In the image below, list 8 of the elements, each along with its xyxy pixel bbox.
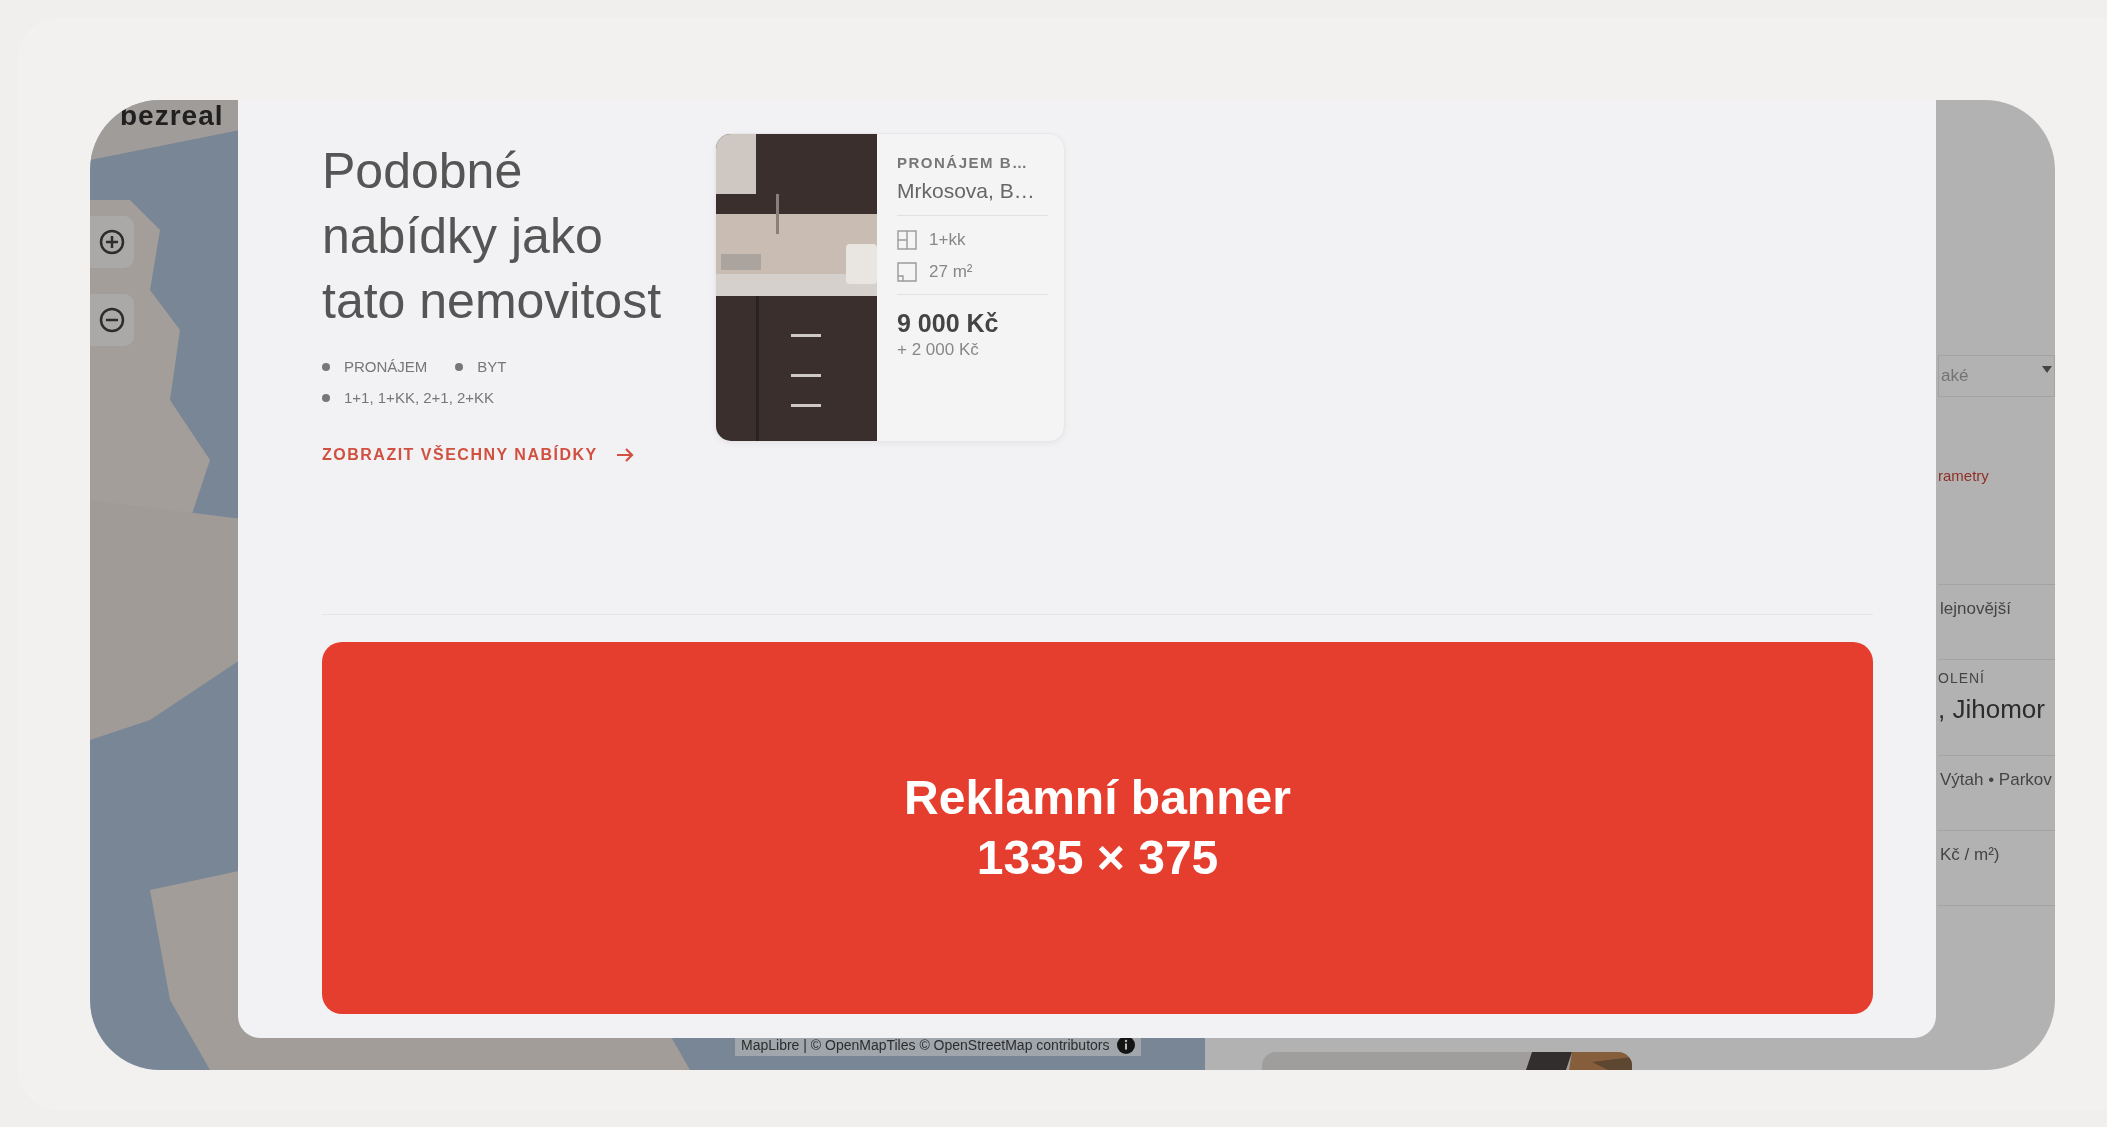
field-label: OLENÍ bbox=[1938, 669, 1986, 686]
filter-link[interactable]: rametry bbox=[1938, 467, 2055, 585]
caret-icon bbox=[2042, 366, 2052, 374]
select-field[interactable]: aké bbox=[1938, 355, 2055, 397]
sidebar-text: Výtah • Parkov bbox=[1938, 756, 2055, 831]
listing-location: , Jihomor bbox=[1938, 686, 2055, 756]
sidebar-text: lejnovější bbox=[1938, 585, 2055, 660]
sidebar-text: Kč / m²) bbox=[1938, 831, 2055, 906]
